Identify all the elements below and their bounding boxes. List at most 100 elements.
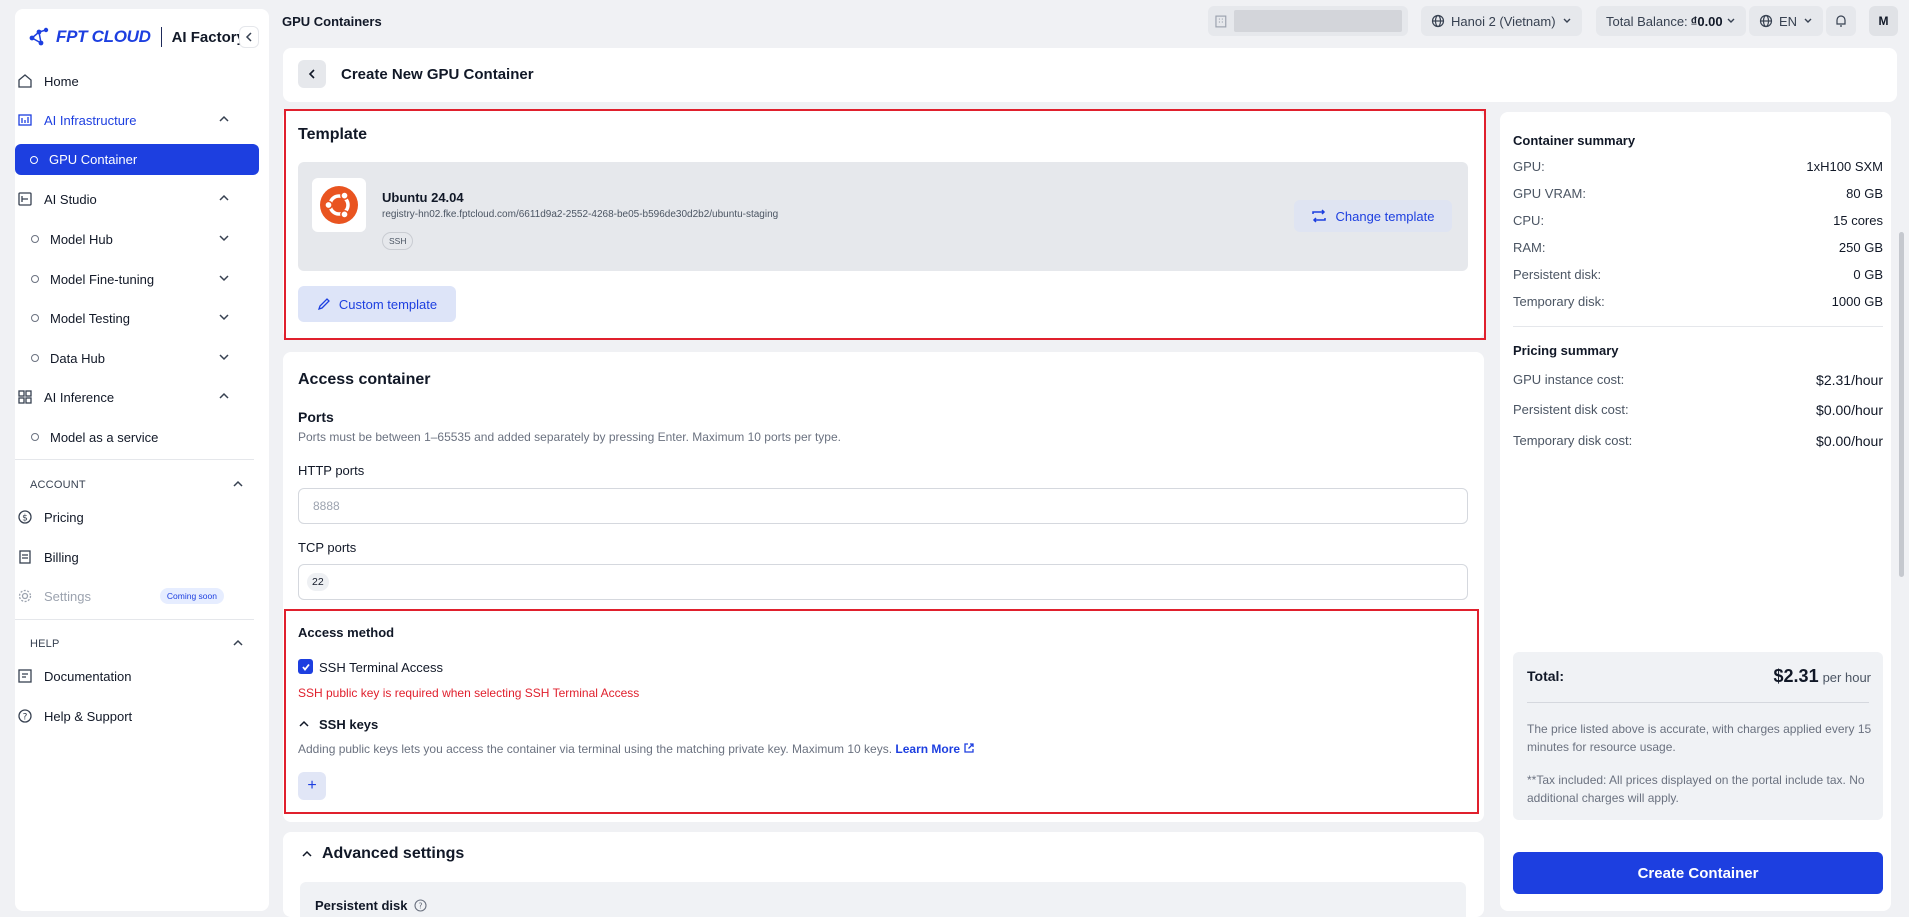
summary-value: 1000 GB <box>1831 294 1883 309</box>
summary-value: 250 GB <box>1838 240 1883 255</box>
add-ssh-key-button[interactable]: + <box>298 772 326 800</box>
page-heading: Create New GPU Container <box>341 66 534 83</box>
ubuntu-logo-icon <box>312 178 366 232</box>
chevron-up-icon[interactable] <box>232 637 244 649</box>
ports-hint: Ports must be between 1–65535 and added … <box>298 430 841 444</box>
summary-value: 1xH100 SXM <box>1806 159 1883 174</box>
back-button[interactable] <box>298 60 326 88</box>
chevron-up-icon[interactable] <box>298 718 310 730</box>
chevron-up-icon[interactable] <box>301 848 313 860</box>
chevron-down-icon <box>219 314 229 321</box>
ssh-keys-label[interactable]: SSH keys <box>319 717 378 732</box>
sidebar-item-settings: Settings Coming soon <box>16 580 240 612</box>
sidebar-item-label: GPU Container <box>49 152 138 167</box>
document-icon <box>16 667 34 685</box>
collapse-sidebar-button[interactable] <box>239 26 259 48</box>
sidebar-item-gpu-container[interactable]: GPU Container <box>15 144 259 175</box>
gear-icon <box>16 587 34 605</box>
sidebar-item-label: Model Testing <box>50 310 130 326</box>
pricing-value: $2.31/hour <box>1816 372 1883 388</box>
price-note: The price listed above is accurate, with… <box>1527 722 1872 754</box>
sidebar-item-label: Model as a service <box>50 429 159 445</box>
summary-key: Temporary disk: <box>1513 294 1605 309</box>
create-container-button[interactable]: Create Container <box>1513 852 1883 894</box>
tax-note: **Tax included: All prices displayed on … <box>1527 773 1865 805</box>
summary-row: GPU: 1xH100 SXM <box>1513 159 1883 174</box>
sidebar-item-model-as-a-service[interactable]: Model as a service <box>16 421 240 453</box>
logo-brand: FPT CLOUD <box>56 27 151 46</box>
fpt-logo-icon <box>29 27 49 46</box>
summary-key: Persistent disk: <box>1513 267 1602 282</box>
notifications-button[interactable] <box>1826 6 1856 36</box>
learn-more-link[interactable]: Learn More <box>895 742 975 756</box>
bullet-icon <box>31 275 39 283</box>
sidebar-item-label: AI Studio <box>44 191 97 207</box>
http-ports-label: HTTP ports <box>298 463 365 478</box>
summary-value: 80 GB <box>1846 186 1883 201</box>
chevron-left-icon <box>245 32 252 42</box>
page-title: GPU Containers <box>282 14 382 29</box>
tcp-ports-input[interactable]: 22 <box>298 564 1468 600</box>
summary-value: 0 GB <box>1853 267 1883 282</box>
pricing-row: GPU instance cost: $2.31/hour <box>1513 372 1883 388</box>
sidebar-item-pricing[interactable]: $ Pricing <box>16 501 240 533</box>
summary-value: 15 cores <box>1833 213 1883 228</box>
bullet-icon <box>31 433 39 441</box>
sidebar-item-ai-inference[interactable]: AI Inference <box>16 381 240 413</box>
sidebar-item-ai-infrastructure[interactable]: AI Infrastructure <box>16 104 240 136</box>
summary-key: GPU: <box>1513 159 1545 174</box>
sidebar-item-ai-studio[interactable]: AI Studio <box>16 183 240 215</box>
tcp-port-chip[interactable]: 22 <box>307 573 329 591</box>
sidebar-item-label: Billing <box>44 549 79 565</box>
ssh-terminal-checkbox[interactable] <box>298 659 313 674</box>
avatar[interactable]: M <box>1869 6 1898 36</box>
pricing-row: Temporary disk cost: $0.00/hour <box>1513 433 1883 449</box>
svg-text:?: ? <box>23 713 28 723</box>
sidebar-item-documentation[interactable]: Documentation <box>16 660 240 692</box>
custom-template-button[interactable]: Custom template <box>298 286 456 322</box>
sidebar-item-data-hub[interactable]: Data Hub <box>16 342 240 374</box>
custom-template-label: Custom template <box>338 296 438 312</box>
sidebar-divider <box>15 619 254 620</box>
chevron-up-icon[interactable] <box>232 478 244 490</box>
globe-icon <box>1759 14 1773 28</box>
balance-value: ₫0.00 <box>1690 13 1723 29</box>
summary-row: CPU: 15 cores <box>1513 213 1883 228</box>
sidebar-item-label: Data Hub <box>50 350 105 366</box>
help-section-label: HELP <box>30 638 60 650</box>
chevron-down-icon <box>219 354 229 361</box>
bullet-icon <box>31 314 39 322</box>
sidebar-item-home[interactable]: Home <box>16 65 240 97</box>
http-ports-input[interactable]: 8888 <box>298 488 1468 524</box>
sidebar-item-billing[interactable]: Billing <box>16 541 240 573</box>
ssh-terminal-label[interactable]: SSH Terminal Access <box>319 660 443 675</box>
change-template-button[interactable]: Change template <box>1294 200 1452 232</box>
project-selector[interactable] <box>1208 6 1408 36</box>
total-label: Total: <box>1527 668 1565 684</box>
logo-product: AI Factory <box>171 28 245 46</box>
info-icon[interactable]: ? <box>414 899 427 912</box>
total-value: $2.31 <box>1773 666 1819 686</box>
sidebar-item-help-support[interactable]: ? Help & Support <box>16 700 240 732</box>
building-icon <box>1215 15 1227 28</box>
language-selector[interactable]: EN <box>1749 6 1824 36</box>
ssh-error-message: SSH public key is required when selectin… <box>298 686 640 700</box>
sidebar-item-label: Model Hub <box>50 231 113 247</box>
help-circle-icon: ? <box>16 707 34 725</box>
studio-icon <box>16 190 34 208</box>
scrollbar[interactable] <box>1899 232 1904 577</box>
region-label: Hanoi 2 (Vietnam) <box>1451 13 1556 29</box>
balance-display[interactable]: Total Balance: ₫0.00 <box>1596 6 1746 36</box>
bullet-icon <box>31 354 39 362</box>
svg-text:?: ? <box>418 902 422 911</box>
chevron-up-icon <box>219 194 229 201</box>
region-selector[interactable]: Hanoi 2 (Vietnam) <box>1421 6 1582 36</box>
advanced-settings-title[interactable]: Advanced settings <box>322 845 464 863</box>
logo[interactable]: FPT CLOUD AI Factory <box>28 20 245 54</box>
sidebar-item-model-hub[interactable]: Model Hub <box>16 223 240 255</box>
language-label: EN <box>1779 13 1798 29</box>
sidebar-item-model-finetuning[interactable]: Model Fine-tuning <box>16 263 240 295</box>
sidebar-item-model-testing[interactable]: Model Testing <box>16 302 240 334</box>
pencil-icon <box>317 298 330 311</box>
sidebar-divider <box>15 459 254 460</box>
